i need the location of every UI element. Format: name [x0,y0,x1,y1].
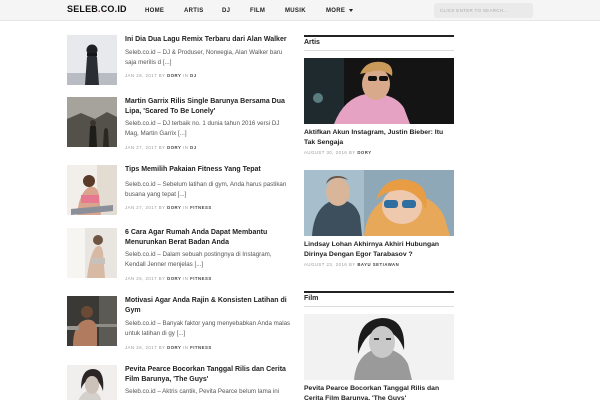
search-input[interactable] [434,3,533,18]
artis-post-meta: AUGUST 30, 2016 BY DORY [304,150,372,155]
article-thumbnail[interactable] [67,35,117,85]
article-item: Tips Memilih Pakaian Fitness Yang Tepat … [67,165,292,215]
logo-text: SELEB [67,4,99,14]
meta-in: IN [183,345,189,350]
article-date: JAN 26, 2017 [125,345,158,350]
article-title[interactable]: Tips Memilih Pakaian Fitness Yang Tepat [125,165,292,175]
post-date: AUGUST 30, 2016 [304,150,348,155]
article-thumbnail[interactable] [67,165,117,215]
article-thumbnail[interactable] [67,97,117,147]
article-category[interactable]: FITNESS [190,345,212,350]
meta-by: BY [158,205,166,210]
article-author[interactable]: DORY [167,205,181,210]
artis-post-image[interactable] [304,58,454,124]
article-title[interactable]: Motivasi Agar Anda Rajin & Konsisten Lat… [125,296,292,316]
article-item: 6 Cara Agar Rumah Anda Dapat Membantu Me… [67,228,292,281]
article-meta: JAN 27, 2017 BY DORY IN FITNESS [125,205,212,210]
article-category[interactable]: FITNESS [190,205,212,210]
nav-more-label: MORE [326,7,346,14]
article-date: JAN 28, 2017 [125,73,158,78]
article-meta: JAN 27, 2017 BY DORY IN DJ [125,145,197,150]
article-title[interactable]: Pevita Pearce Bocorkan Tanggal Rilis dan… [125,365,292,385]
nav-item-home[interactable]: HOME [145,0,164,21]
meta-by: BY [348,150,356,155]
article-excerpt: Seleb.co.id – Banyak faktor yang menyeba… [125,320,291,337]
meta-in: IN [183,276,189,281]
meta-in: IN [183,145,189,150]
article-title[interactable]: Ini Dia Dua Lagu Remix Terbaru dari Alan… [125,35,292,45]
article-date: JAN 27, 2017 [125,145,158,150]
article-author[interactable]: DORY [167,345,181,350]
post-author[interactable]: DORY [357,150,371,155]
meta-in: IN [183,73,189,78]
article-title[interactable]: Martin Garrix Rilis Single Barunya Bersa… [125,97,292,117]
article-date: JAN 26, 2017 [125,276,158,281]
artis-post-meta: AUGUST 23, 2016 BY BAYU SETIAWAN [304,262,399,267]
article-item: Ini Dia Dua Lagu Remix Terbaru dari Alan… [67,35,292,85]
section-heading-film: Film [304,291,454,307]
meta-in: IN [183,205,189,210]
article-thumbnail[interactable] [67,228,117,278]
article-thumbnail[interactable] [67,296,117,346]
nav-item-more[interactable]: MORE [326,0,354,21]
nav-item-film[interactable]: FILM [250,0,265,21]
nav-item-musik[interactable]: MUSIK [285,0,306,21]
post-date: AUGUST 23, 2016 [304,262,348,267]
article-category[interactable]: DJ [190,73,197,78]
post-author[interactable]: BAYU SETIAWAN [357,262,399,267]
logo-tld: CO.ID [100,4,127,14]
article-item: Motivasi Agar Anda Rajin & Konsisten Lat… [67,296,292,350]
chevron-down-icon [349,9,354,12]
article-excerpt: Seleb.co.id – Aktris cantik, Pevita Pear… [125,388,280,395]
film-post-title[interactable]: Pevita Pearce Bocorkan Tanggal Rilis dan… [304,384,454,400]
article-excerpt: Seleb.co.id – DJ terbaik no. 1 dunia tah… [125,120,280,137]
meta-by: BY [158,345,166,350]
section-heading-artis: Artis [304,35,454,51]
article-excerpt: Seleb.co.id – Sebelum latihan di gym, An… [125,181,287,198]
article-author[interactable]: DORY [167,73,181,78]
film-post-image[interactable] [304,314,454,380]
meta-by: BY [158,276,166,281]
artis-post-title[interactable]: Lindsay Lohan Akhirnya Akhiri Hubungan D… [304,240,454,260]
article-thumbnail[interactable] [67,365,117,400]
meta-by: BY [158,145,166,150]
article-excerpt: Seleb.co.id – Dalam sebuah postingnya di… [125,251,272,268]
article-meta: JAN 28, 2017 BY DORY IN DJ [125,73,197,78]
article-author[interactable]: DORY [167,276,181,281]
article-meta: JAN 26, 2017 BY DORY IN FITNESS [125,276,212,281]
article-category[interactable]: DJ [190,145,197,150]
article-title[interactable]: 6 Cara Agar Rumah Anda Dapat Membantu Me… [125,228,292,248]
site-logo[interactable]: SELEB.CO.ID [67,4,127,14]
meta-by: BY [348,262,356,267]
article-excerpt: Seleb.co.id – DJ & Produser, Norwegia, A… [125,49,283,66]
nav-item-dj[interactable]: DJ [222,0,230,21]
nav-item-artis[interactable]: ARTIS [184,0,204,21]
article-meta: JAN 26, 2017 BY DORY IN FITNESS [125,345,212,350]
article-date: JAN 27, 2017 [125,205,158,210]
artis-post-title[interactable]: Aktifkan Akun Instagram, Justin Bieber: … [304,128,454,148]
article-category[interactable]: FITNESS [190,276,212,281]
article-author[interactable]: DORY [167,145,181,150]
artis-post-image[interactable] [304,170,454,236]
top-navigation-bar: SELEB.CO.ID HOME ARTIS DJ FILM MUSIK MOR… [0,0,600,21]
meta-by: BY [158,73,166,78]
article-item: Pevita Pearce Bocorkan Tanggal Rilis dan… [67,365,292,400]
article-item: Martin Garrix Rilis Single Barunya Bersa… [67,97,292,150]
